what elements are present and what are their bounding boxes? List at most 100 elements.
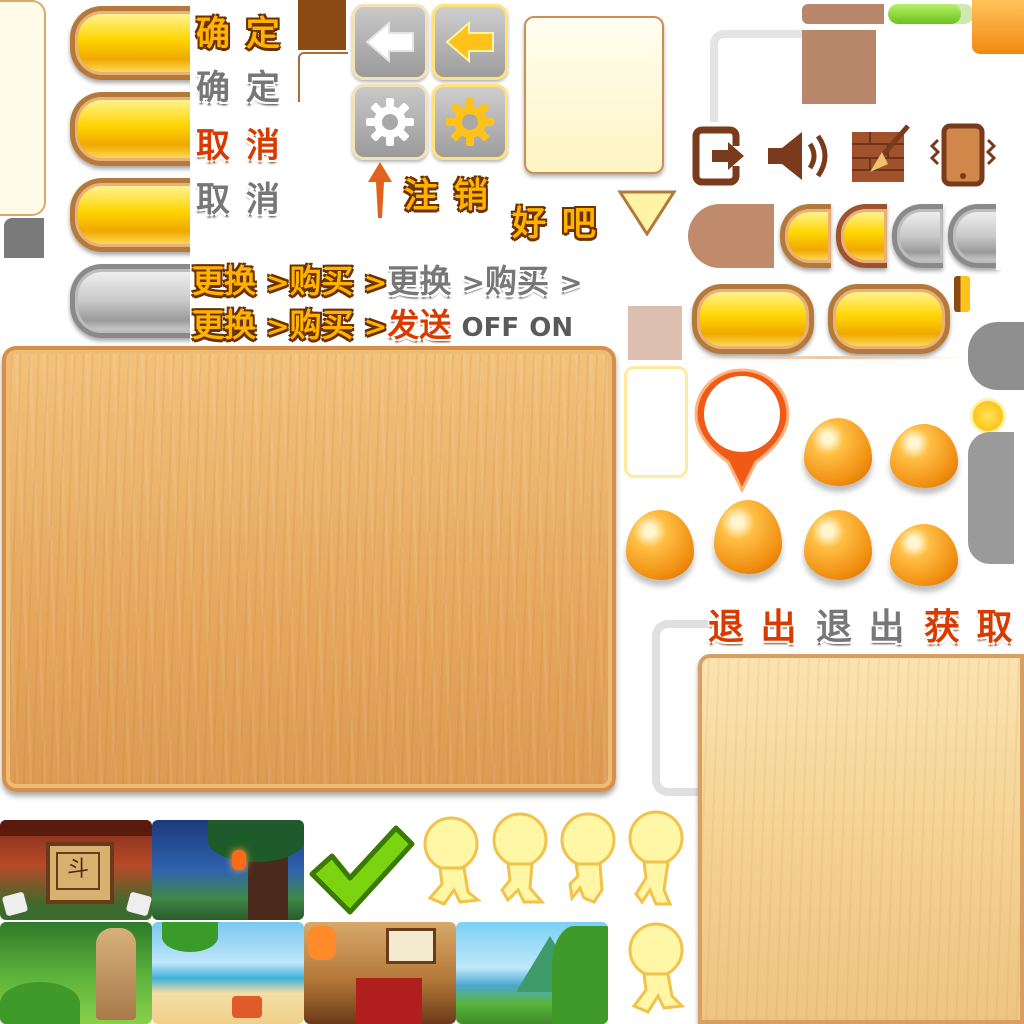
runner-figure-2	[492, 812, 548, 904]
temple-beam	[0, 820, 152, 836]
exit-label-active[interactable]: 退 出	[708, 598, 799, 650]
arrow-label: >	[461, 266, 485, 299]
cream-tall-panel	[624, 366, 688, 478]
runner-figure-3	[560, 812, 616, 904]
yellow-toggle-knob-1[interactable]	[780, 204, 831, 268]
dice-left	[1, 891, 29, 917]
buy-label-disabled: 购买	[484, 262, 549, 300]
logout-door-icon[interactable]	[692, 126, 750, 186]
yellow-pill-button-small-1[interactable]	[692, 284, 814, 354]
gold-bean-2	[890, 424, 958, 488]
brown-bar-top	[802, 4, 884, 24]
gold-dot	[970, 398, 1006, 434]
change-label[interactable]: 更换	[192, 262, 256, 300]
tree-canopy	[208, 820, 304, 862]
lantern	[232, 850, 246, 870]
wall-scroll	[386, 928, 436, 964]
dropdown-triangle-icon	[617, 190, 677, 236]
yellow-toggle-knob-2[interactable]	[836, 204, 887, 268]
scene-thumbnail-night-tree[interactable]	[152, 820, 304, 920]
large-wood-board	[2, 346, 616, 792]
arrow-label: >	[559, 266, 583, 299]
settings-gear-icon	[446, 98, 494, 146]
back-arrow-icon	[445, 20, 494, 64]
gold-bean-1	[804, 418, 872, 486]
broom-clear-icon[interactable]	[848, 122, 914, 186]
divider-line	[692, 356, 962, 359]
gray-toggle-knob-1[interactable]	[892, 204, 943, 268]
arrow-label: >	[363, 310, 388, 343]
on-label[interactable]: ON	[529, 313, 573, 343]
back-button-active[interactable]	[432, 4, 508, 80]
gold-bean-6	[890, 524, 958, 586]
checkmark-icon	[309, 825, 415, 915]
palm-leaves	[162, 922, 218, 952]
temple-scroll-sign: 斗	[56, 852, 100, 890]
red-carpet	[356, 978, 422, 1024]
scene-thumbnail-study-room[interactable]	[304, 922, 456, 1024]
speaker-icon[interactable]	[764, 126, 836, 186]
jungle-leaves	[0, 982, 80, 1024]
gray-scrollbar[interactable]	[968, 432, 1014, 564]
runner-figure-4	[628, 810, 684, 906]
cancel-label-active: 取 消	[196, 126, 282, 166]
gray-side-tab	[968, 322, 1024, 390]
tan-square	[628, 306, 682, 360]
change-label-disabled: 更换	[387, 262, 452, 300]
up-arrow-icon	[368, 162, 392, 218]
buy-label[interactable]: 购买	[290, 306, 354, 344]
scene-thumbnail-beach[interactable]	[152, 922, 304, 1024]
back-button-normal[interactable]	[352, 4, 428, 80]
confirm-label-disabled: 确 定	[196, 68, 282, 108]
map-pin-icon	[694, 368, 790, 494]
gray-toggle-knob-2[interactable]	[948, 204, 999, 268]
logout-label[interactable]: 注 销	[404, 168, 490, 217]
cream-panel	[524, 16, 664, 174]
runner-figure-5	[628, 922, 686, 1014]
cancel-label-disabled: 取 消	[196, 180, 282, 220]
paper-lantern	[308, 926, 336, 960]
ok-label[interactable]: 好 吧	[512, 196, 598, 245]
left-edge-panel	[0, 0, 46, 216]
change-buy-row-1: 更换 >购买 >更换 >购买 >	[192, 256, 583, 302]
frame-corner-line	[298, 52, 348, 102]
send-label[interactable]: 发送	[387, 306, 451, 344]
arrow-label: >	[266, 310, 290, 343]
scene-thumbnail-mountain-lake[interactable]	[456, 922, 608, 1024]
scene-thumbnail-temple[interactable]: 斗	[0, 820, 152, 920]
confirm-label-active: 确 定	[196, 14, 282, 54]
obtain-label[interactable]: 获 取	[924, 598, 1015, 650]
brown-block	[802, 30, 876, 104]
gold-bean-3	[626, 510, 694, 580]
exit-label-disabled: 退 出	[816, 607, 907, 648]
bushes	[552, 926, 608, 1024]
orange-tab	[972, 0, 1024, 54]
left-gray-tab	[4, 218, 44, 258]
off-label[interactable]: OFF	[462, 313, 520, 343]
brown-half-pill	[688, 204, 774, 268]
brown-corner-square	[298, 0, 346, 50]
yellow-pill-button-small-2[interactable]	[828, 284, 950, 354]
runner-figure-1	[423, 816, 482, 906]
buy-label[interactable]: 购买	[290, 262, 354, 300]
arrow-label: >	[266, 266, 290, 299]
progress-bar-track	[888, 4, 974, 24]
settings-button-active[interactable]	[432, 84, 508, 160]
dice-right	[125, 891, 152, 917]
scene-thumbnail-jungle[interactable]	[0, 922, 152, 1024]
gold-bean-4	[714, 500, 782, 574]
phone-vibrate-icon[interactable]	[928, 122, 998, 188]
slider-handle[interactable]	[954, 276, 970, 312]
change-label[interactable]: 更换	[192, 306, 256, 344]
progress-bar-fill	[888, 4, 962, 24]
settings-button-normal[interactable]	[352, 84, 428, 160]
arrow-label: >	[363, 266, 388, 299]
back-arrow-icon	[365, 20, 414, 64]
light-wood-panel	[698, 654, 1024, 1024]
change-buy-row-2: 更换 >购买 >发送 OFF ON	[192, 300, 573, 346]
frame-corner-shadow	[710, 30, 810, 122]
settings-gear-icon	[366, 98, 414, 146]
gold-bean-5	[804, 510, 872, 580]
jungle-statue	[96, 928, 136, 1020]
sand-castle	[232, 996, 262, 1018]
